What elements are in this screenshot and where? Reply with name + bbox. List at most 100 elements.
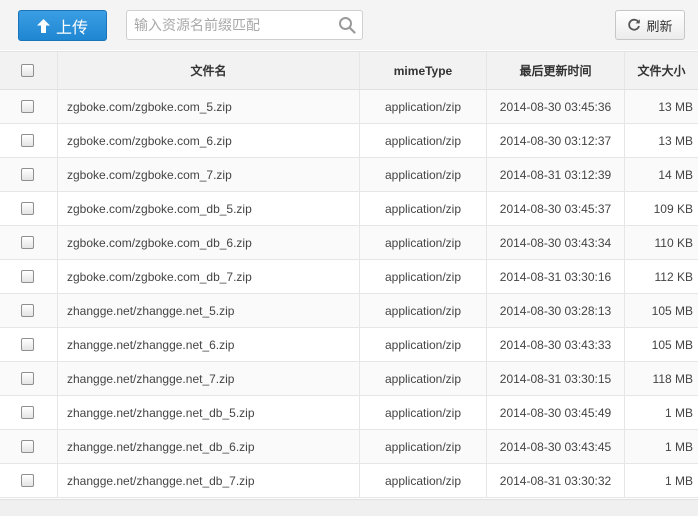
- column-header-name[interactable]: 文件名: [58, 52, 360, 89]
- file-size: 1 MB: [664, 439, 693, 454]
- row-checkbox[interactable]: [21, 474, 34, 487]
- search-input[interactable]: [127, 11, 332, 39]
- row-checkbox-cell: [0, 430, 58, 463]
- file-mime-type: application/zip: [360, 124, 487, 157]
- table-row[interactable]: zhangge.net/zhangge.net_5.zip application…: [0, 294, 698, 328]
- file-size: 1 MB: [664, 405, 693, 420]
- row-checkbox[interactable]: [21, 372, 34, 385]
- table-row[interactable]: zgboke.com/zgboke.com_db_6.zip applicatio…: [0, 226, 698, 260]
- table-header: 文件名 mimeType 最后更新时间 文件大小: [0, 52, 698, 90]
- toolbar: 上传 刷新: [0, 0, 698, 50]
- table-row[interactable]: zhangge.net/zhangge.net_db_5.zip applicat…: [0, 396, 698, 430]
- row-checkbox-cell: [0, 294, 58, 327]
- row-checkbox-cell: [0, 328, 58, 361]
- column-header-size[interactable]: 文件大小: [625, 52, 698, 89]
- row-checkbox[interactable]: [21, 134, 34, 147]
- table-row[interactable]: zhangge.net/zhangge.net_db_6.zip applicat…: [0, 430, 698, 464]
- table-row[interactable]: zgboke.com/zgboke.com_5.zip application/z…: [0, 90, 698, 124]
- row-checkbox-cell: [0, 124, 58, 157]
- row-checkbox[interactable]: [21, 168, 34, 181]
- table-row[interactable]: zgboke.com/zgboke.com_db_5.zip applicatio…: [0, 192, 698, 226]
- file-mime-type: application/zip: [360, 226, 487, 259]
- file-mime-type: application/zip: [360, 430, 487, 463]
- file-size: 110 KB: [654, 235, 693, 250]
- row-checkbox-cell: [0, 90, 58, 123]
- file-size: 13 MB: [658, 99, 693, 114]
- file-name: zgboke.com/zgboke.com_7.zip: [58, 158, 360, 191]
- file-name: zhangge.net/zhangge.net_5.zip: [58, 294, 360, 327]
- file-updated-time: 2014-08-30 03:45:37: [487, 192, 625, 225]
- file-size: 1 MB: [664, 473, 693, 488]
- table-row[interactable]: zhangge.net/zhangge.net_6.zip application…: [0, 328, 698, 362]
- table-row[interactable]: zgboke.com/zgboke.com_6.zip application/z…: [0, 124, 698, 158]
- file-table: 文件名 mimeType 最后更新时间 文件大小 zgboke.com/zgbo…: [0, 51, 698, 498]
- bottom-bar: [0, 499, 698, 516]
- file-updated-time: 2014-08-30 03:43:45: [487, 430, 625, 463]
- file-mime-type: application/zip: [360, 294, 487, 327]
- file-updated-time: 2014-08-30 03:43:34: [487, 226, 625, 259]
- column-header-time[interactable]: 最后更新时间: [487, 52, 625, 89]
- table-row[interactable]: zgboke.com/zgboke.com_db_7.zip applicatio…: [0, 260, 698, 294]
- select-all-checkbox[interactable]: [21, 64, 34, 77]
- refresh-button[interactable]: 刷新: [615, 10, 685, 40]
- file-mime-type: application/zip: [360, 90, 487, 123]
- row-checkbox[interactable]: [21, 304, 34, 317]
- row-checkbox-cell: [0, 464, 58, 497]
- file-mime-type: application/zip: [360, 158, 487, 191]
- row-checkbox-cell: [0, 192, 58, 225]
- row-checkbox[interactable]: [21, 440, 34, 453]
- upload-button-label: 上传: [55, 19, 88, 37]
- file-updated-time: 2014-08-30 03:12:37: [487, 124, 625, 157]
- file-mime-type: application/zip: [360, 260, 487, 293]
- file-size: 112 KB: [654, 269, 693, 284]
- file-name: zhangge.net/zhangge.net_db_6.zip: [58, 430, 360, 463]
- row-checkbox[interactable]: [21, 100, 34, 113]
- file-size: 118 MB: [652, 371, 693, 386]
- file-updated-time: 2014-08-31 03:30:32: [487, 464, 625, 497]
- file-size: 14 MB: [658, 167, 693, 182]
- row-checkbox-cell: [0, 396, 58, 429]
- table-row[interactable]: zgboke.com/zgboke.com_7.zip application/z…: [0, 158, 698, 192]
- arrow-up-icon: [36, 18, 50, 33]
- row-checkbox[interactable]: [21, 236, 34, 249]
- row-checkbox[interactable]: [21, 406, 34, 419]
- column-header-mime[interactable]: mimeType: [360, 52, 487, 89]
- row-checkbox[interactable]: [21, 202, 34, 215]
- file-size: 105 MB: [651, 337, 693, 352]
- file-updated-time: 2014-08-31 03:30:16: [487, 260, 625, 293]
- file-updated-time: 2014-08-30 03:43:33: [487, 328, 625, 361]
- row-checkbox-cell: [0, 362, 58, 395]
- row-checkbox[interactable]: [21, 338, 34, 351]
- file-name: zgboke.com/zgboke.com_db_5.zip: [58, 192, 360, 225]
- table-row[interactable]: zhangge.net/zhangge.net_db_7.zip applicat…: [0, 464, 698, 498]
- file-name: zhangge.net/zhangge.net_7.zip: [58, 362, 360, 395]
- file-mime-type: application/zip: [360, 192, 487, 225]
- row-checkbox-cell: [0, 226, 58, 259]
- file-name: zgboke.com/zgboke.com_db_6.zip: [58, 226, 360, 259]
- file-size: 13 MB: [658, 133, 693, 148]
- refresh-icon: [628, 18, 641, 31]
- file-updated-time: 2014-08-31 03:30:15: [487, 362, 625, 395]
- file-updated-time: 2014-08-31 03:12:39: [487, 158, 625, 191]
- table-body: zgboke.com/zgboke.com_5.zip application/z…: [0, 90, 698, 498]
- refresh-button-label: 刷新: [646, 18, 673, 34]
- file-updated-time: 2014-08-30 03:28:13: [487, 294, 625, 327]
- table-row[interactable]: zhangge.net/zhangge.net_7.zip application…: [0, 362, 698, 396]
- file-size: 109 KB: [653, 201, 693, 216]
- search-icon[interactable]: [338, 16, 356, 34]
- upload-button[interactable]: 上传: [18, 10, 107, 41]
- search-box: [126, 10, 363, 40]
- file-mime-type: application/zip: [360, 396, 487, 429]
- row-checkbox[interactable]: [21, 270, 34, 283]
- file-name: zgboke.com/zgboke.com_db_7.zip: [58, 260, 360, 293]
- file-mime-type: application/zip: [360, 328, 487, 361]
- file-name: zgboke.com/zgboke.com_5.zip: [58, 90, 360, 123]
- file-name: zhangge.net/zhangge.net_6.zip: [58, 328, 360, 361]
- row-checkbox-cell: [0, 260, 58, 293]
- file-updated-time: 2014-08-30 03:45:49: [487, 396, 625, 429]
- file-name: zhangge.net/zhangge.net_db_7.zip: [58, 464, 360, 497]
- file-updated-time: 2014-08-30 03:45:36: [487, 90, 625, 123]
- file-mime-type: application/zip: [360, 362, 487, 395]
- select-all-cell: [0, 52, 58, 89]
- file-size: 105 MB: [651, 303, 693, 318]
